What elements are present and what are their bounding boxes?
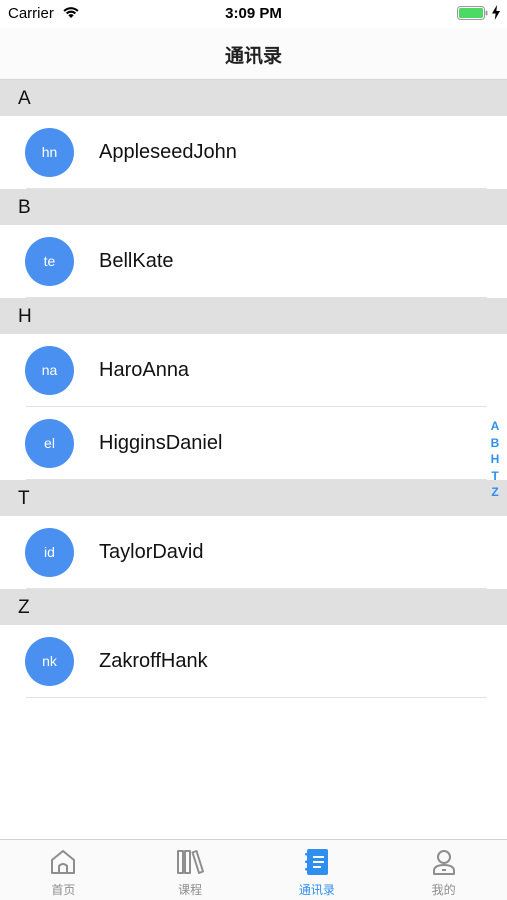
status-time: 3:09 PM [225,5,282,22]
contact-name: ZakroffHank [99,650,208,672]
section-header-h: H [0,298,507,334]
contact-avatar: id [25,528,74,577]
section-letter: Z [18,597,30,618]
section-header-t: T [0,480,507,516]
section-header-z: Z [0,589,507,625]
tab-address-book[interactable]: 通讯录 [254,840,381,900]
contact-avatar: te [25,237,74,286]
contact-name: HaroAnna [99,359,190,381]
index-letter-z[interactable]: Z [488,484,502,501]
contact-row[interactable]: nk ZakroffHank [0,625,507,698]
contact-row[interactable]: na HaroAnna [0,334,507,407]
page-title: 通讯录 [224,46,282,67]
contact-avatar: hn [25,128,74,177]
home-icon [48,847,78,877]
index-letter-t[interactable]: T [488,468,502,485]
profile-icon [429,847,459,877]
tab-bar: 首页 课程 通讯录 我的 [0,839,507,900]
row-separator [26,697,487,698]
battery-icon [457,6,489,20]
tab-profile[interactable]: 我的 [380,840,507,900]
books-icon [175,847,205,877]
tab-label: 通讯录 [298,883,335,897]
index-letter-h[interactable]: H [488,451,502,468]
contact-avatar: el [25,419,74,468]
contact-row[interactable]: id TaylorDavid [0,516,507,589]
navigation-bar: 通讯录 [0,28,507,80]
contact-avatar: nk [25,637,74,686]
status-bar: Carrier 3:09 PM [0,0,507,28]
index-letter-b[interactable]: B [488,435,502,452]
contact-name: BellKate [99,250,174,272]
section-header-a: A [0,80,507,116]
section-letter: A [18,88,31,109]
charging-bolt-icon [492,5,500,20]
tab-label: 首页 [51,883,76,897]
contact-list: Ahn AppleseedJohn Bte BellKate Hna HaroAnna el… [0,80,507,698]
index-letter-a[interactable]: A [488,418,502,435]
section-letter: B [18,197,31,218]
tab-home[interactable]: 首页 [0,840,127,900]
contact-name: TaylorDavid [99,541,204,563]
contact-name: AppleseedJohn [99,141,237,163]
contact-name: HigginsDaniel [99,432,223,454]
tab-label: 课程 [178,883,203,897]
contact-row[interactable]: te BellKate [0,225,507,298]
tab-label: 我的 [431,883,456,897]
section-index-bar[interactable]: ABHTZ [488,418,502,501]
address-book-icon [302,847,332,877]
section-letter: T [18,488,30,509]
contacts-screen: Carrier 3:09 PM 通讯录 Ahn AppleseedJohn Bte B… [0,0,507,900]
tab-books[interactable]: 课程 [127,840,254,900]
contact-row[interactable]: hn AppleseedJohn [0,116,507,189]
section-header-b: B [0,189,507,225]
section-letter: H [18,306,32,327]
contact-row[interactable]: el HigginsDaniel [0,407,507,480]
contact-avatar: na [25,346,74,395]
